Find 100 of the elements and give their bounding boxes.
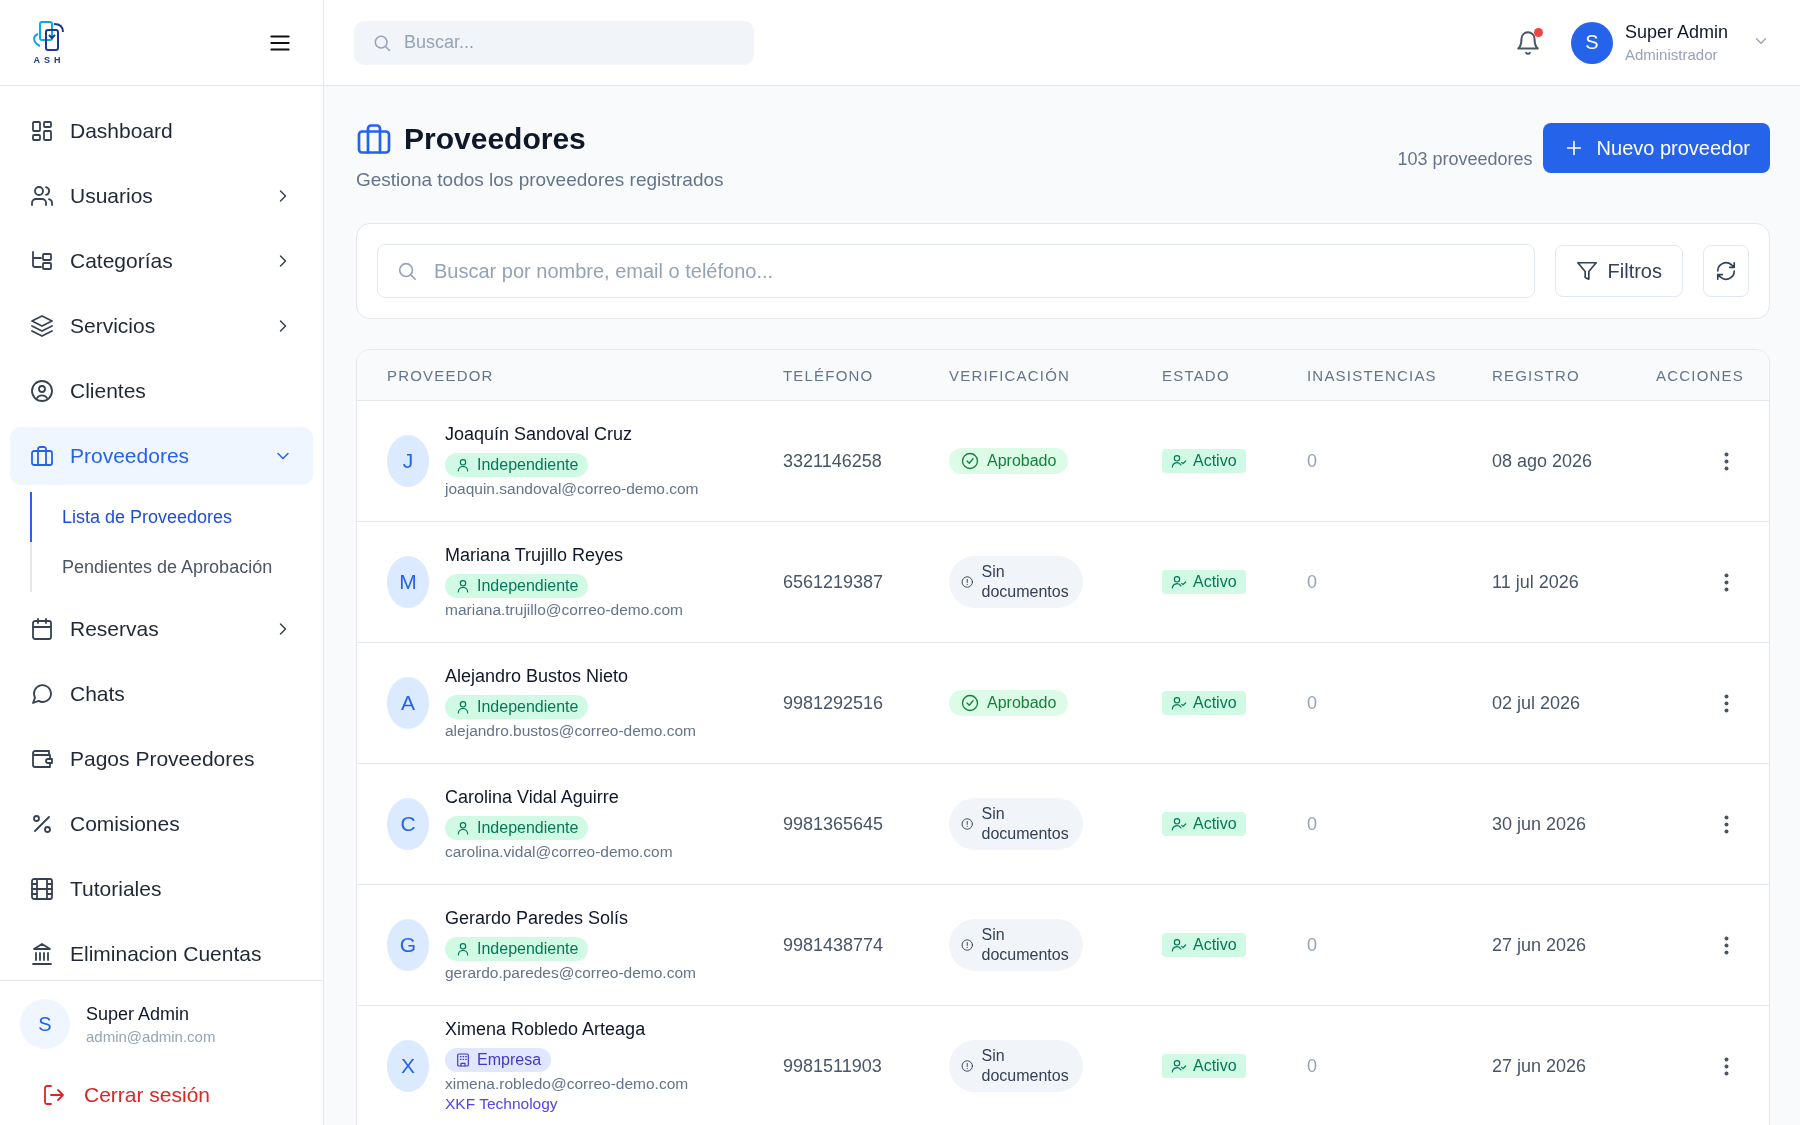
phone-number: 9981438774 (783, 934, 884, 955)
provider-email: joaquin.sandoval@correo-demo.com (445, 480, 699, 498)
phone-number: 6561219387 (783, 571, 884, 592)
phone-number: 3321146258 (783, 450, 882, 471)
dashboard-icon (30, 119, 54, 143)
registration-date: 08 ago 2026 (1492, 450, 1593, 471)
sidebar-item[interactable]: Dashboard (10, 102, 313, 160)
provider-type-badge: Independiente (445, 574, 589, 598)
search-box[interactable]: Buscar... (354, 20, 754, 65)
user-check-icon (1171, 694, 1187, 711)
phone-number: 9981365645 (783, 813, 884, 834)
sidebar-item[interactable]: Pagos Proveedores (10, 730, 313, 788)
status-badge: Activo (1162, 569, 1246, 594)
absence-count: 0 (1307, 450, 1317, 471)
layers-icon (30, 314, 54, 338)
hierarchy-icon (30, 249, 54, 273)
provider-company: XKF Technology (445, 1095, 559, 1113)
verification-badge: Sin documentos (949, 556, 1083, 608)
user-check-icon (1171, 936, 1187, 953)
calendar-icon (30, 617, 54, 641)
filters-button[interactable]: Filtros (1554, 245, 1683, 297)
provider-name: Mariana Trujillo Reyes (445, 545, 625, 566)
user-menu[interactable]: S Super Admin Administrador (1570, 21, 1770, 64)
provider-email: ximena.robledo@correo-demo.com (445, 1075, 689, 1093)
chat-bubble-icon (30, 682, 54, 706)
search-icon (396, 260, 418, 282)
provider-avatar: C (387, 798, 429, 850)
provider-count: 103 proveedores (1397, 149, 1533, 170)
more-vertical-icon (1724, 693, 1729, 713)
alert-circle-icon (961, 574, 974, 590)
registration-date: 11 jul 2026 (1492, 571, 1579, 592)
provider-type-badge: Independiente (445, 695, 589, 719)
verification-badge: Aprobado (949, 447, 1069, 474)
column-header: TELÉFONO (783, 366, 874, 384)
column-header: ACCIONES (1656, 366, 1744, 384)
sidebar-item[interactable]: Usuarios (10, 167, 313, 225)
provider-email: mariana.trujillo@correo-demo.com (445, 601, 683, 619)
column-header: REGISTRO (1492, 366, 1580, 384)
status-badge: Activo (1162, 448, 1246, 473)
provider-email: carolina.vidal@correo-demo.com (445, 843, 673, 861)
more-vertical-icon (1724, 451, 1729, 471)
provider-email: gerardo.paredes@correo-demo.com (445, 964, 696, 982)
refresh-icon (1715, 260, 1737, 282)
sidebar-item[interactable]: Reservas (10, 600, 313, 658)
sidebar-subitem[interactable]: Pendientes de Aprobación (30, 542, 313, 592)
provider-avatar: J (387, 435, 429, 487)
registration-date: 27 jun 2026 (1492, 1055, 1587, 1076)
user-name: Super Admin (86, 1003, 191, 1025)
more-actions-button[interactable] (1724, 451, 1729, 471)
refresh-button[interactable] (1703, 245, 1749, 297)
phone-number: 9981292516 (783, 692, 884, 713)
new-provider-button[interactable]: Nuevo proveedor (1542, 123, 1770, 173)
provider-name: Gerardo Paredes Solís (445, 908, 630, 929)
search-field[interactable]: Buscar... (402, 31, 736, 54)
logout-icon (42, 1083, 66, 1107)
sidebar-item[interactable]: Chats (10, 665, 313, 723)
provider-type-badge: Independiente (445, 937, 589, 961)
column-header: INASISTENCIAS (1307, 366, 1437, 384)
status-badge: Activo (1162, 811, 1246, 836)
sidebar-item[interactable]: Proveedores (10, 427, 313, 485)
bell-icon (1514, 29, 1541, 56)
provider-name: Joaquín Sandoval Cruz (445, 424, 634, 445)
building-icon (455, 1052, 471, 1068)
user-avatar: S (20, 999, 70, 1049)
more-vertical-icon (1724, 935, 1729, 955)
sidebar-item[interactable]: Categorías (10, 232, 313, 290)
film-icon (30, 877, 54, 901)
sidebar-item[interactable]: Eliminacion Cuentas (10, 925, 313, 980)
column-header: VERIFICACIÓN (949, 366, 1071, 384)
more-actions-button[interactable] (1724, 935, 1729, 955)
sidebar-subitem[interactable]: Lista de Proveedores (30, 492, 313, 542)
provider-search-box[interactable]: Buscar por nombre, email o teléfono... (377, 244, 1535, 298)
sidebar-item[interactable]: Clientes (10, 362, 313, 420)
status-badge: Activo (1162, 932, 1246, 957)
provider-name: Carolina Vidal Aguirre (445, 787, 620, 808)
user-check-icon (1171, 573, 1187, 590)
user-email: admin@admin.com (86, 1027, 216, 1045)
sidebar-item[interactable]: Servicios (10, 297, 313, 355)
user-icon (455, 941, 471, 957)
sidebar-item[interactable]: Tutoriales (10, 860, 313, 918)
more-vertical-icon (1724, 1056, 1729, 1076)
check-circle-icon (961, 451, 979, 470)
page-subtitle: Gestiona todos los proveedores registrados (356, 169, 724, 191)
user-icon (455, 457, 471, 473)
provider-type-badge: Independiente (445, 816, 589, 840)
sidebar-item[interactable]: Comisiones (10, 795, 313, 853)
logout-button[interactable]: Cerrar sesión (20, 1075, 233, 1115)
provider-search-field[interactable]: Buscar por nombre, email o teléfono... (432, 258, 1516, 284)
more-vertical-icon (1724, 572, 1729, 592)
percent-icon (30, 812, 54, 836)
more-actions-button[interactable] (1724, 814, 1729, 834)
more-actions-button[interactable] (1724, 693, 1729, 713)
column-header: PROVEEDOR (387, 366, 494, 384)
alert-circle-icon (961, 816, 974, 832)
more-actions-button[interactable] (1724, 1056, 1729, 1076)
absence-count: 0 (1307, 571, 1317, 592)
more-actions-button[interactable] (1724, 572, 1729, 592)
user-icon (455, 820, 471, 836)
provider-type-badge: Empresa (445, 1048, 552, 1072)
user-check-icon (1171, 452, 1187, 469)
